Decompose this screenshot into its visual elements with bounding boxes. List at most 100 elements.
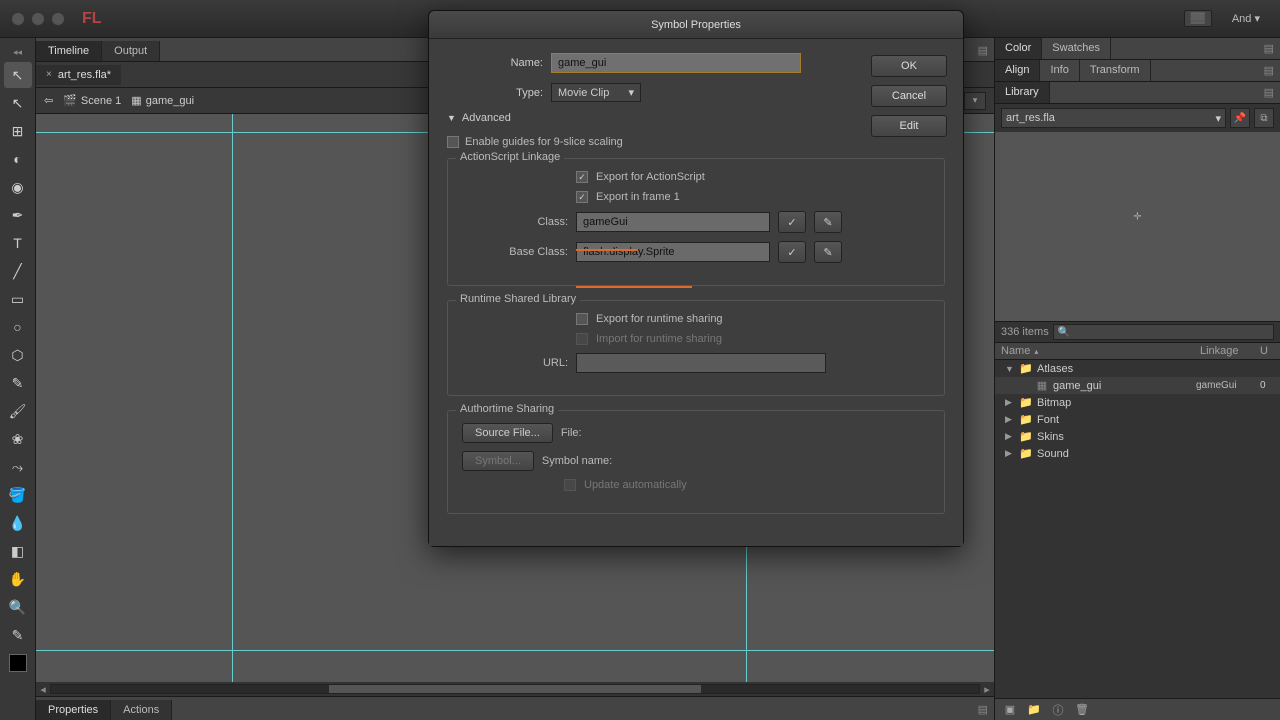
edit-button[interactable]: Edit [871, 115, 947, 137]
workspace-layout-button[interactable]: ▒▒ [1184, 10, 1212, 27]
twisty-icon[interactable]: ▶ [1005, 414, 1015, 425]
delete-button[interactable]: 🗑 [1073, 702, 1091, 718]
rectangle-tool[interactable]: ▭ [4, 286, 32, 312]
stroke-color-icon[interactable]: ✎ [4, 622, 32, 648]
hand-tool[interactable]: ✋ [4, 566, 32, 592]
close-tab-icon[interactable]: × [46, 69, 52, 80]
free-transform-tool[interactable]: ⊞ [4, 118, 32, 144]
pen-tool[interactable]: ✒ [4, 202, 32, 228]
library-item[interactable]: ▶📁Font [995, 411, 1280, 428]
paint-bucket-tool[interactable]: 🪣 [4, 482, 32, 508]
library-tree[interactable]: ▼📁Atlases▦game_guigameGui0▶📁Bitmap▶📁Font… [995, 360, 1280, 698]
class-input[interactable] [576, 212, 770, 232]
oval-tool[interactable]: ○ [4, 314, 32, 340]
pin-library-button[interactable]: 📌 [1230, 108, 1250, 128]
symbol-type-select[interactable]: Movie Clip▾ [551, 83, 641, 102]
runtime-shared-library-group: Runtime Shared Library Export for runtim… [447, 300, 945, 396]
scroll-left-icon[interactable]: ◂ [36, 683, 50, 696]
pencil-tool[interactable]: ✎ [4, 370, 32, 396]
edit-base-button[interactable]: ✎ [814, 241, 842, 263]
library-search-input[interactable]: 🔍 [1053, 324, 1274, 340]
advanced-label: Advanced [462, 112, 511, 124]
tab-swatches[interactable]: Swatches [1042, 38, 1111, 59]
library-item[interactable]: ▶📁Sound [995, 445, 1280, 462]
export-runtime-checkbox[interactable] [576, 313, 588, 325]
panel-menu-icon[interactable]: ▤ [1258, 38, 1280, 59]
library-item[interactable]: ▶📁Skins [995, 428, 1280, 445]
new-symbol-button[interactable]: ▣ [1001, 702, 1019, 718]
subselection-tool[interactable]: ↖ [4, 90, 32, 116]
symbol-crumb[interactable]: ▦game_gui [131, 94, 194, 107]
twisty-icon[interactable]: ▶ [1005, 448, 1015, 459]
workspace-menu[interactable]: And ▾ [1224, 8, 1268, 29]
tab-library[interactable]: Library [995, 82, 1050, 103]
scene-crumb[interactable]: 🎬Scene 1 [63, 94, 121, 107]
scene-icon: 🎬 [63, 94, 77, 107]
horizontal-scrollbar[interactable]: ◂ ▸ [36, 682, 994, 696]
scroll-thumb[interactable] [329, 685, 700, 693]
polystar-tool[interactable]: ⬡ [4, 342, 32, 368]
library-file-select[interactable]: art_res.fla▾ [1001, 108, 1226, 128]
library-item[interactable]: ▼📁Atlases [995, 360, 1280, 377]
ok-button[interactable]: OK [871, 55, 947, 77]
export-actionscript-checkbox[interactable] [576, 171, 588, 183]
cancel-button[interactable]: Cancel [871, 85, 947, 107]
nine-slice-checkbox[interactable] [447, 136, 459, 148]
panel-menu-icon[interactable]: ▤ [1258, 82, 1280, 103]
chevron-down-icon: ▾ [1254, 13, 1260, 25]
tab-color[interactable]: Color [995, 38, 1042, 59]
tab-properties[interactable]: Properties [36, 700, 111, 720]
tab-info[interactable]: Info [1040, 60, 1079, 81]
symbol-name-input[interactable] [551, 53, 801, 73]
symbol-icon: ▦ [131, 94, 141, 107]
text-tool[interactable]: T [4, 230, 32, 256]
brush-tool[interactable]: 🖌 [4, 398, 32, 424]
3d-rotation-tool[interactable]: ◐ [4, 146, 32, 172]
tab-actions[interactable]: Actions [111, 700, 172, 720]
twisty-icon[interactable]: ▼ [1005, 364, 1015, 374]
library-item[interactable]: ▶📁Bitmap [995, 394, 1280, 411]
source-file-button[interactable]: Source File... [462, 423, 553, 443]
as-linkage-title: ActionScript Linkage [456, 151, 564, 163]
panel-menu-icon[interactable]: ▤ [972, 40, 994, 61]
item-label: Skins [1037, 431, 1192, 443]
validate-class-button[interactable]: ✓ [778, 211, 806, 233]
bone-tool[interactable]: ⤳ [4, 454, 32, 480]
panel-menu-icon[interactable]: ▤ [972, 699, 994, 720]
new-folder-button[interactable]: 📁 [1025, 702, 1043, 718]
tab-transform[interactable]: Transform [1080, 60, 1151, 81]
twisty-icon[interactable]: ▶ [1005, 431, 1015, 442]
library-item[interactable]: ▦game_guigameGui0 [995, 377, 1280, 394]
eyedropper-tool[interactable]: 💧 [4, 510, 32, 536]
base-class-input[interactable] [576, 242, 770, 262]
search-icon: 🔍 [1058, 327, 1070, 338]
scroll-right-icon[interactable]: ▸ [980, 683, 994, 696]
back-button[interactable]: ⇦ [44, 94, 53, 107]
bottom-tab-bar: Properties Actions ▤ [36, 696, 994, 720]
properties-button[interactable]: ⓘ [1049, 702, 1067, 718]
twisty-icon[interactable]: ▶ [1005, 397, 1015, 408]
line-tool[interactable]: ╱ [4, 258, 32, 284]
new-library-button[interactable]: ⧉ [1254, 108, 1274, 128]
fill-color-swatch[interactable] [9, 654, 27, 672]
tab-output[interactable]: Output [102, 41, 160, 61]
zoom-tool[interactable]: 🔍 [4, 594, 32, 620]
edit-symbols-button[interactable]: ▾ [964, 92, 986, 110]
selection-tool[interactable]: ↖ [4, 62, 32, 88]
deco-tool[interactable]: ❀ [4, 426, 32, 452]
export-frame1-checkbox[interactable] [576, 191, 588, 203]
validate-base-button[interactable]: ✓ [778, 241, 806, 263]
tab-timeline[interactable]: Timeline [36, 41, 102, 61]
panel-collapse-icon[interactable]: ◂◂ [4, 44, 32, 60]
tab-align[interactable]: Align [995, 60, 1040, 81]
tools-panel: ◂◂ ↖ ↖ ⊞ ◐ ◉ ✒ T ╱ ▭ ○ ⬡ ✎ 🖌 ❀ ⤳ 🪣 💧 ◧ ✋… [0, 38, 36, 720]
library-column-header[interactable]: Name ▴ Linkage U [995, 343, 1280, 360]
eraser-tool[interactable]: ◧ [4, 538, 32, 564]
panel-menu-icon[interactable]: ▤ [1258, 60, 1280, 81]
lasso-tool[interactable]: ◉ [4, 174, 32, 200]
document-tab[interactable]: × art_res.fla* [36, 65, 121, 85]
authortime-sharing-group: Authortime Sharing Source File... File: … [447, 410, 945, 514]
export-runtime-label: Export for runtime sharing [596, 313, 723, 325]
edit-class-button[interactable]: ✎ [814, 211, 842, 233]
traffic-lights[interactable] [12, 13, 64, 25]
